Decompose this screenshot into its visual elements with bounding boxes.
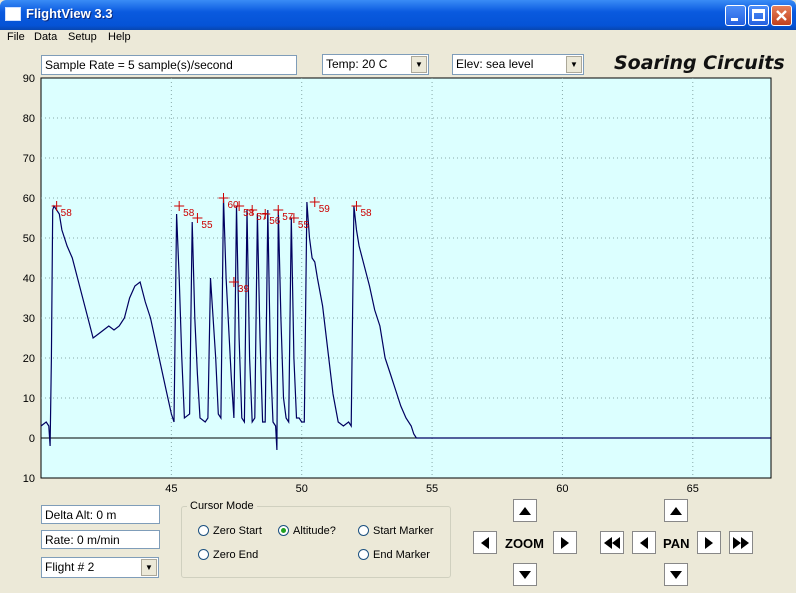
menu-file[interactable]: File: [7, 31, 25, 43]
radio-dot-icon: [358, 525, 369, 536]
radio-label: Start Marker: [373, 525, 434, 537]
double-arrow-right-icon: [733, 536, 749, 549]
arrow-up-icon: [519, 506, 531, 515]
y-tick-label: 20: [23, 353, 35, 365]
radio-altitude[interactable]: Altitude?: [278, 525, 336, 537]
pan-right-button[interactable]: [697, 531, 721, 554]
x-tick-label: 50: [296, 483, 308, 493]
arrow-down-icon: [519, 570, 531, 579]
rate-field: Rate: 0 m/min: [41, 530, 160, 549]
y-tick-label: 70: [23, 153, 35, 165]
arrow-down-icon: [670, 570, 682, 579]
zoom-out-button[interactable]: [513, 563, 537, 586]
chevron-down-icon[interactable]: ▼: [141, 559, 157, 576]
peak-label: 56: [269, 216, 281, 227]
menu-bar: File Data Setup Help: [0, 30, 796, 48]
x-tick-label: 60: [556, 483, 568, 493]
double-arrow-left-icon: [604, 536, 620, 549]
minimize-button[interactable]: [725, 5, 746, 26]
delta-alt-field: Delta Alt: 0 m: [41, 505, 160, 524]
pan-down-button[interactable]: [664, 563, 688, 586]
peak-label: 58: [360, 208, 372, 219]
menu-setup[interactable]: Setup: [68, 31, 97, 43]
arrow-left-icon: [481, 536, 489, 549]
flight-select[interactable]: Flight # 2 ▼: [41, 557, 159, 578]
y-tick-label: 10: [23, 473, 35, 485]
title-bar[interactable]: FlightView 3.3: [0, 0, 796, 30]
radio-dot-icon: [358, 549, 369, 560]
x-tick-label: 45: [165, 483, 177, 493]
peak-label: 58: [61, 208, 73, 219]
radio-zero-start[interactable]: Zero Start: [198, 525, 262, 537]
y-tick-label: 60: [23, 193, 35, 205]
peak-label: 55: [298, 220, 310, 231]
radio-label: Zero Start: [213, 525, 262, 537]
arrow-left-icon: [640, 536, 648, 549]
radio-label: Altitude?: [293, 525, 336, 537]
menu-data[interactable]: Data: [34, 31, 57, 43]
arrow-right-icon: [705, 536, 713, 549]
pan-label: PAN: [663, 536, 690, 551]
menu-help[interactable]: Help: [108, 31, 131, 43]
radio-dot-icon: [198, 525, 209, 536]
peak-label: 59: [319, 204, 331, 215]
y-tick-label: 0: [29, 433, 35, 445]
radio-start-marker[interactable]: Start Marker: [358, 525, 434, 537]
altitude-chart[interactable]: 90807060504030201001045 50 55 60 6558 5855603…: [0, 68, 796, 493]
zoom-right-button[interactable]: [553, 531, 577, 554]
radio-dot-icon: [278, 525, 289, 536]
close-button[interactable]: [771, 5, 792, 26]
peak-label: 39: [238, 284, 250, 295]
y-tick-label: 30: [23, 313, 35, 325]
maximize-button[interactable]: [748, 5, 769, 26]
flight-select-value: Flight # 2: [45, 560, 95, 574]
pan-up-button[interactable]: [664, 499, 688, 522]
radio-end-marker[interactable]: End Marker: [358, 549, 430, 561]
arrow-up-icon: [670, 506, 682, 515]
zoom-in-button[interactable]: [513, 499, 537, 522]
y-tick-label: 90: [23, 73, 35, 85]
radio-zero-end[interactable]: Zero End: [198, 549, 258, 561]
radio-label: Zero End: [213, 549, 259, 561]
peak-label: 58: [183, 208, 195, 219]
y-tick-label: 80: [23, 113, 35, 125]
window-title: FlightView 3.3: [26, 6, 113, 21]
zoom-left-button[interactable]: [473, 531, 497, 554]
y-tick-label: 10: [23, 393, 35, 405]
pan-fast-right-button[interactable]: [729, 531, 753, 554]
y-tick-label: 40: [23, 273, 35, 285]
x-tick-label: 65: [687, 483, 699, 493]
pan-fast-left-button[interactable]: [600, 531, 624, 554]
cursor-mode-group: [181, 506, 451, 578]
arrow-right-icon: [561, 536, 569, 549]
cursor-mode-title: Cursor Mode: [187, 500, 257, 512]
x-tick-label: 55: [426, 483, 438, 493]
peak-label: 55: [201, 220, 213, 231]
radio-dot-icon: [198, 549, 209, 560]
pan-left-button[interactable]: [632, 531, 656, 554]
app-icon: [5, 7, 21, 21]
radio-label: End Marker: [373, 549, 430, 561]
zoom-label: ZOOM: [505, 536, 544, 551]
y-tick-label: 50: [23, 233, 35, 245]
